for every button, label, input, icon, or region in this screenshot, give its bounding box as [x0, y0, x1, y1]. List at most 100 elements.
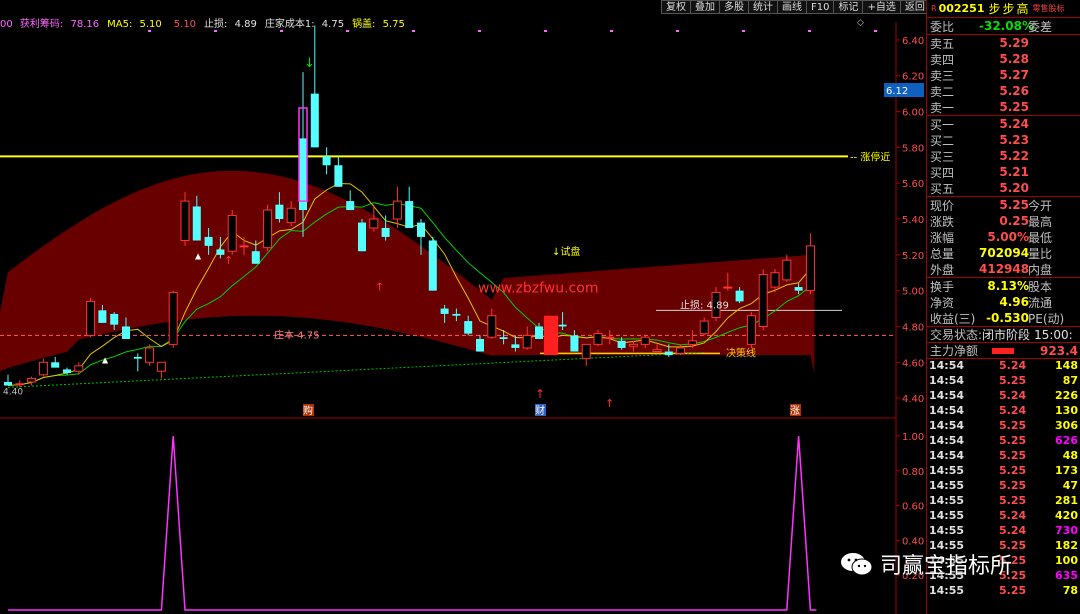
candle-body [452, 313, 461, 316]
toolbar-button[interactable]: 叠加 [690, 0, 720, 14]
order-label: 卖四 [930, 52, 955, 67]
candle-body [392, 200, 402, 220]
stat-label-2: 最高 [1028, 214, 1053, 229]
price-tick: 6.00 [902, 108, 924, 119]
candle-body [805, 245, 815, 292]
stats2-block: 换手 8.13% 股本 净资 4.96 流通 收益(三) -0.530 PE(动) [927, 277, 1080, 326]
header-item: MA5: 5.10 [107, 19, 166, 30]
trade-row: 14:54 5.25 87 [927, 374, 1080, 389]
signal-dot [148, 30, 151, 32]
sell-row[interactable]: 卖三 5.27 [927, 67, 1080, 83]
order-price: 5.20 [999, 181, 1029, 195]
buy-row[interactable]: 买二 5.23 [927, 132, 1080, 148]
order-price: 5.24 [999, 117, 1029, 131]
candle-body [227, 214, 237, 252]
toolbar-button[interactable]: 多股 [719, 0, 749, 14]
toolbar-button[interactable]: 标记 [833, 0, 864, 14]
buy-row[interactable]: 买四 5.21 [927, 164, 1080, 180]
price-tick: 4.60 [902, 358, 924, 369]
stat-value: 5.00% [987, 230, 1029, 244]
header-item-label: MA5: [107, 19, 136, 30]
trade-t: 14:54 [929, 389, 965, 402]
candle-body [699, 320, 709, 335]
trade-row: 14:54 5.24 148 [927, 359, 1080, 374]
candle-body [15, 383, 25, 386]
candle-body [440, 308, 449, 314]
trade-p: 5.25 [999, 419, 1027, 432]
sell-row[interactable]: 卖五 5.29 [927, 35, 1080, 51]
trade-p: 5.24 [999, 404, 1027, 417]
indicator-tick: 0.80 [902, 467, 924, 478]
toolbar-button[interactable]: +自选 [862, 0, 901, 14]
toolbar-button[interactable]: F10 [806, 0, 835, 14]
candle-body [110, 313, 119, 325]
candle-body [334, 165, 343, 187]
candle-body [476, 338, 484, 352]
stop-loss-label: 止损: 4.89 [680, 298, 729, 311]
price-tick: 4.80 [902, 322, 924, 333]
sell-row[interactable]: 卖二 5.26 [927, 83, 1080, 99]
trade-p: 5.24 [999, 509, 1027, 522]
trade-row: 14:55 5.24 730 [927, 524, 1080, 539]
kline-chart[interactable]: 6.40 6.20 6.00 5.80 5.60 5.40 5.20 5.00 4.80 4.60… [0, 0, 926, 614]
price-tick: 5.60 [902, 179, 924, 190]
signal-dot [478, 30, 481, 32]
stat-label-2: 量比 [1028, 246, 1053, 261]
trade-t: 14:55 [929, 479, 965, 492]
signal-dot [214, 30, 217, 32]
buy-row[interactable]: 买一 5.24 [927, 116, 1080, 132]
candle-body [38, 361, 48, 376]
sell-row[interactable]: 卖四 5.28 [927, 51, 1080, 67]
trade-p: 5.25 [999, 464, 1027, 477]
trade-row: 14:54 5.25 48 [927, 449, 1080, 464]
marker-buy: 购 [303, 404, 313, 417]
trade-row: 14:54 5.25 626 [927, 434, 1080, 449]
stat-label: 现价 [930, 198, 955, 213]
zhuang-cost-label: 庄本 4.75 [274, 328, 319, 341]
candle-body [369, 218, 379, 229]
trade-status-label: 交易状态: [930, 328, 983, 342]
buy-orders: 买一 5.24 买二 5.23 买三 5.22 买四 5.21 买五 5.20 [927, 115, 1080, 196]
candle-body [239, 245, 249, 248]
order-label: 买一 [930, 117, 955, 132]
candle-body [263, 209, 273, 249]
trade-v: 47 [1062, 479, 1078, 492]
r-badge: R [931, 4, 937, 13]
candle-body [535, 326, 543, 339]
candle-body [593, 333, 603, 345]
trade-t: 14:54 [929, 434, 965, 447]
candle-body [487, 315, 497, 338]
stock-header[interactable]: R 002251 步步高 零售股标 [927, 0, 1080, 18]
header-item-value: 5.10 [139, 19, 162, 30]
toolbar-button[interactable]: 画线 [777, 0, 807, 14]
stock-name: 步步高 [988, 2, 1031, 16]
candle-body [180, 200, 190, 241]
toolbar-button[interactable]: 统计 [748, 0, 778, 14]
signal-dot [412, 30, 415, 32]
stat-value: 412948 [979, 262, 1030, 276]
triangle-marker: ▲ [195, 251, 202, 260]
watermark-text: 司赢宝指标所 [880, 554, 1013, 579]
wechat-icon [841, 553, 873, 576]
buy-row[interactable]: 买五 5.20 [927, 180, 1080, 196]
trade-t: 14:54 [929, 359, 965, 372]
header-item-value: 4.75 [321, 19, 345, 30]
indicator-tick: 0.60 [902, 502, 924, 513]
candle-body [299, 138, 307, 211]
stat-value: 5.25 [999, 198, 1029, 212]
stat-row: 总量 702094 量比 [927, 245, 1080, 261]
candle-body [746, 315, 756, 345]
toolbar-button[interactable]: 复权 [661, 0, 691, 14]
trade-v: 281 [1055, 494, 1078, 507]
triangle-marker: ▲ [102, 355, 109, 364]
stat-label-2: 流通 [1028, 295, 1053, 310]
order-price: 5.23 [999, 133, 1029, 147]
trade-p: 5.25 [999, 374, 1027, 387]
buy-row[interactable]: 买三 5.22 [927, 148, 1080, 164]
price-tick: 5.20 [902, 251, 924, 262]
stat-value: 8.13% [987, 279, 1029, 293]
sell-row[interactable]: 卖一 5.25 [927, 99, 1080, 115]
candle-body [511, 344, 520, 348]
order-price: 5.25 [999, 100, 1029, 114]
trade-v: 130 [1055, 404, 1078, 417]
